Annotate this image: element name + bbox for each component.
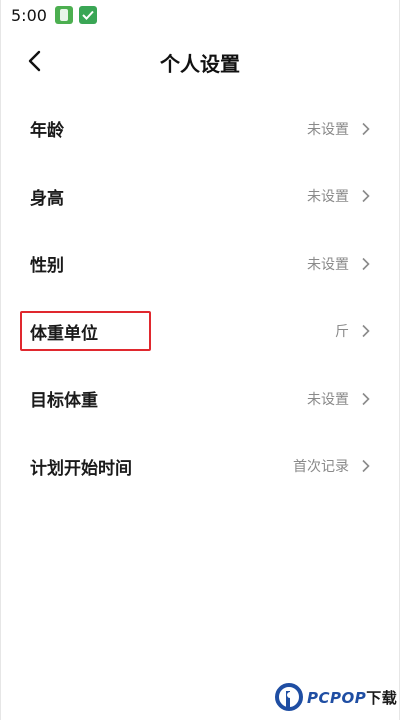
chevron-right-icon (362, 190, 370, 203)
chevron-right-icon (362, 122, 370, 135)
pcpop-logo-icon (275, 683, 303, 711)
chevron-right-icon (362, 257, 370, 270)
setting-value: 未设置 (307, 256, 349, 273)
setting-label: 性别 (30, 256, 64, 277)
setting-row-height[interactable]: 身高 未设置 (1, 163, 399, 231)
chevron-right-icon (362, 392, 370, 405)
setting-label: 体重单位 (30, 323, 98, 344)
setting-value: 首次记录 (293, 459, 349, 476)
app-screen: 5:00 个人设置 年龄 未设置 身高 未设置 性别 未设置 体重单位 斤 目标… (0, 0, 400, 720)
setting-label: 目标体重 (30, 391, 98, 412)
settings-list: 年龄 未设置 身高 未设置 性别 未设置 体重单位 斤 目标体重 未设置 计划开… (1, 95, 399, 500)
watermark: PCPOP下载 (275, 683, 397, 711)
watermark-text: PCPOP下载 (307, 687, 397, 708)
setting-row-weight-unit[interactable]: 体重单位 斤 (1, 298, 399, 366)
setting-label: 计划开始时间 (30, 458, 132, 479)
status-bar: 5:00 (1, 0, 399, 30)
page-title: 个人设置 (160, 52, 240, 76)
watermark-suffix: 下载 (366, 688, 398, 707)
setting-label: 身高 (30, 188, 64, 209)
check-icon (78, 6, 97, 24)
setting-value: 未设置 (307, 391, 349, 408)
setting-value: 斤 (335, 324, 349, 341)
setting-value: 未设置 (307, 189, 349, 206)
setting-value: 未设置 (307, 121, 349, 138)
chevron-right-icon (362, 460, 370, 473)
chevron-right-icon (362, 325, 370, 338)
setting-row-gender[interactable]: 性别 未设置 (1, 230, 399, 298)
watermark-brand: PCPOP (307, 688, 367, 707)
setting-row-plan-start[interactable]: 计划开始时间 首次记录 (1, 433, 399, 501)
status-time: 5:00 (11, 5, 47, 25)
app-notification-icon (54, 6, 73, 24)
setting-label: 年龄 (30, 121, 64, 142)
setting-row-target-weight[interactable]: 目标体重 未设置 (1, 365, 399, 433)
setting-row-age[interactable]: 年龄 未设置 (1, 95, 399, 163)
title-bar: 个人设置 (1, 38, 399, 84)
